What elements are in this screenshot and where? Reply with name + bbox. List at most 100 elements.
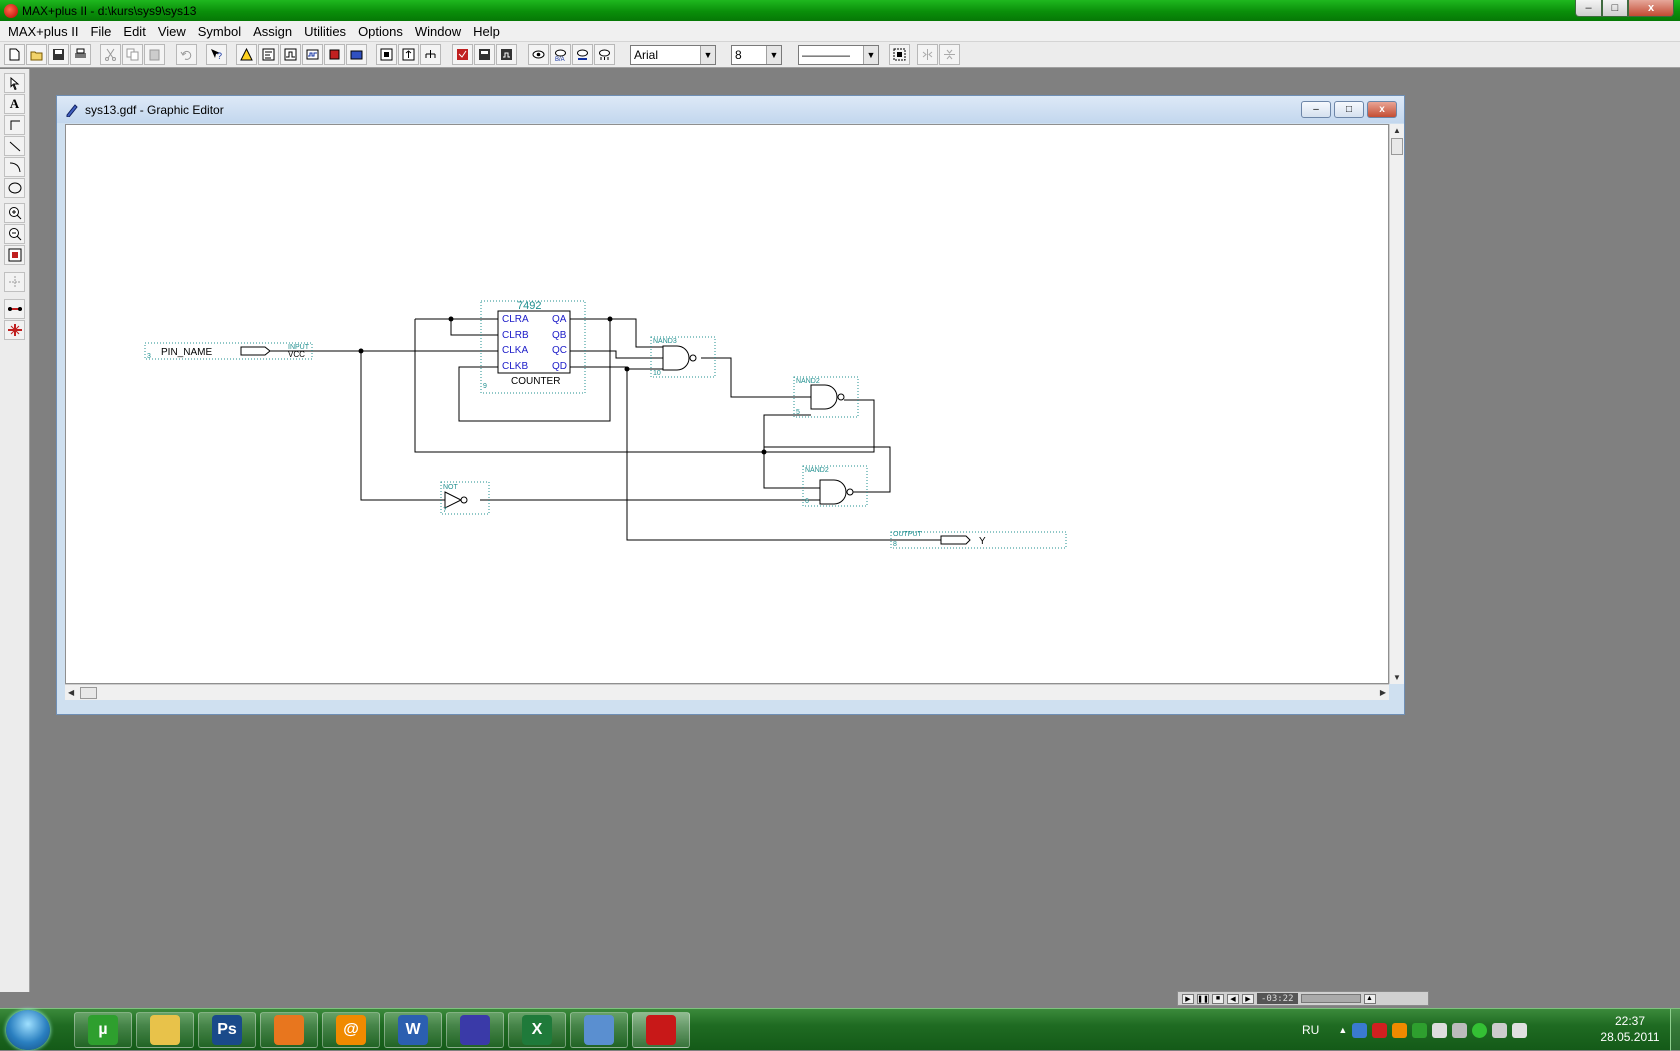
keyboard-tray-icon[interactable] [1452, 1022, 1468, 1038]
close-button[interactable]: x [1628, 0, 1674, 17]
taskbar-app-explorer[interactable] [136, 1012, 194, 1048]
open-button[interactable] [26, 44, 47, 65]
hierarchy-up-button[interactable] [398, 44, 419, 65]
zoom-out-tool[interactable] [4, 224, 25, 244]
cut-button[interactable] [100, 44, 121, 65]
horizontal-scrollbar[interactable]: ◀ ▶ [65, 684, 1389, 700]
taskbar-app-maxplus[interactable] [632, 1012, 690, 1048]
eject-icon[interactable]: ▲ [1363, 993, 1376, 1004]
circle-tool[interactable] [4, 178, 25, 198]
floorplan-button[interactable] [528, 44, 549, 65]
taskbar-app-downloader[interactable] [570, 1012, 628, 1048]
taskbar-app-maxplus-editor[interactable] [446, 1012, 504, 1048]
volume-tray-icon[interactable] [1432, 1022, 1448, 1038]
fit-window-tool[interactable] [4, 245, 25, 265]
save-check-icon [457, 49, 468, 60]
open-project-button[interactable] [376, 44, 397, 65]
orthogonal-line-tool[interactable] [4, 115, 25, 135]
search-button[interactable]: B/A [550, 44, 571, 65]
simulator-button[interactable] [280, 44, 301, 65]
play-icon[interactable]: ▶ [1182, 993, 1194, 1004]
hierarchy-tree-button[interactable] [420, 44, 441, 65]
rubberband-toggle-button[interactable] [889, 44, 910, 65]
menu-help[interactable]: Help [467, 24, 506, 39]
taskbar-app-word[interactable]: W [384, 1012, 442, 1048]
menu-maxplus[interactable]: MAX+plus II [2, 24, 84, 39]
compiler-button[interactable] [258, 44, 279, 65]
project-button[interactable] [346, 44, 367, 65]
mail-tray-icon[interactable] [1392, 1022, 1408, 1038]
taskbar-app-utorrent[interactable]: µ [74, 1012, 132, 1048]
torrent-tray-icon[interactable] [1412, 1022, 1428, 1038]
editor-minimize-button[interactable]: – [1301, 101, 1331, 118]
minimize-button[interactable]: – [1575, 0, 1602, 17]
show-desktop-button[interactable] [1670, 1009, 1680, 1051]
save-button[interactable] [48, 44, 69, 65]
editor-maximize-button[interactable]: □ [1334, 101, 1364, 118]
arc-tool[interactable] [4, 157, 25, 177]
timing-button[interactable] [302, 44, 323, 65]
show-hidden-icons-icon[interactable]: ▲ [1338, 1025, 1347, 1035]
taskbar-app-excel[interactable]: X [508, 1012, 566, 1048]
menu-edit[interactable]: Edit [117, 24, 151, 39]
font-size-select[interactable]: 8 ▼ [731, 45, 782, 65]
print-button[interactable] [70, 44, 91, 65]
pause-icon[interactable]: ❚❚ [1197, 993, 1209, 1004]
hierarchy-button[interactable] [236, 44, 257, 65]
network-tray-icon[interactable] [1352, 1022, 1368, 1038]
editor-close-button[interactable]: x [1367, 101, 1397, 118]
line-style-select[interactable]: ———— ▼ [798, 45, 879, 65]
start-button[interactable] [6, 1010, 50, 1050]
action-center-tray-icon[interactable] [1512, 1022, 1528, 1038]
language-indicator[interactable]: RU [1302, 1023, 1319, 1037]
menu-view[interactable]: View [152, 24, 192, 39]
volume-slider[interactable] [1300, 994, 1361, 1003]
rubberband-tool[interactable] [4, 272, 25, 292]
arrow-tool[interactable] [4, 73, 25, 93]
antivirus-tray-icon[interactable] [1372, 1022, 1388, 1038]
messenger-tray-icon[interactable] [1472, 1022, 1488, 1038]
clock[interactable]: 22:37 28.05.2011 [1590, 1013, 1670, 1045]
split-dot-tool[interactable] [4, 320, 25, 340]
maximize-button[interactable]: □ [1602, 0, 1628, 17]
scroll-up-icon[interactable]: ▲ [1393, 126, 1401, 135]
stop-icon[interactable]: ■ [1212, 993, 1224, 1004]
flip-horizontal-button[interactable] [917, 44, 938, 65]
scroll-down-icon[interactable]: ▼ [1393, 673, 1401, 682]
menu-assign[interactable]: Assign [247, 24, 298, 39]
menu-symbol[interactable]: Symbol [192, 24, 247, 39]
next-icon[interactable]: ▶ [1242, 993, 1254, 1004]
save-check-button[interactable] [452, 44, 473, 65]
connect-dot-tool[interactable] [4, 299, 25, 319]
find-node-button[interactable] [572, 44, 593, 65]
scroll-left-icon[interactable]: ◀ [68, 688, 74, 697]
vertical-scrollbar[interactable]: ▲ ▼ [1389, 124, 1404, 684]
menu-options[interactable]: Options [352, 24, 409, 39]
taskbar-app-photoshop[interactable]: Ps [198, 1012, 256, 1048]
text-tool[interactable]: A [4, 94, 25, 114]
taskbar-app-mail-agent[interactable]: @ [322, 1012, 380, 1048]
save-compile-button[interactable] [474, 44, 495, 65]
menu-window[interactable]: Window [409, 24, 467, 39]
show-guide-button[interactable] [594, 44, 615, 65]
diagonal-line-tool[interactable] [4, 136, 25, 156]
previous-icon[interactable]: ◀ [1227, 993, 1239, 1004]
menu-file[interactable]: File [84, 24, 117, 39]
schematic-canvas[interactable]: PIN_NAME INPUT VCC 3 7492 COUNTER 9 CLRA… [65, 124, 1389, 684]
undo-button[interactable] [176, 44, 197, 65]
new-button[interactable] [4, 44, 25, 65]
paste-button[interactable] [144, 44, 165, 65]
zoom-in-tool[interactable] [4, 203, 25, 223]
menu-utilities[interactable]: Utilities [298, 24, 352, 39]
help-button[interactable]: ? [206, 44, 227, 65]
display-tray-icon[interactable] [1492, 1022, 1508, 1038]
font-select[interactable]: Arial ▼ [630, 45, 716, 65]
programmer-button[interactable] [324, 44, 345, 65]
scroll-right-icon[interactable]: ▶ [1380, 688, 1386, 697]
horizontal-scroll-thumb[interactable] [80, 687, 97, 699]
flip-vertical-button[interactable] [939, 44, 960, 65]
vertical-scroll-thumb[interactable] [1391, 138, 1403, 155]
taskbar-app-firefox[interactable] [260, 1012, 318, 1048]
copy-button[interactable] [122, 44, 143, 65]
save-simulate-button[interactable] [496, 44, 517, 65]
